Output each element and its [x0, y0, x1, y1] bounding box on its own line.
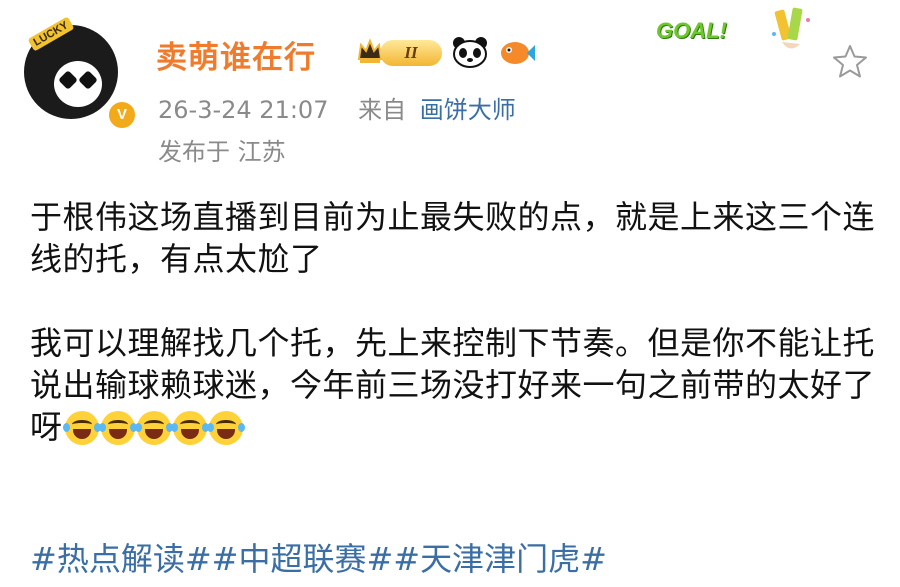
hashtag-link[interactable]: #中超联赛# — [212, 540, 394, 578]
laugh-cry-icon — [62, 411, 101, 445]
post-body: 于根伟这场直播到目前为止最失败的点，就是上来这三个连线的托，有点太尬了 我可以理… — [30, 196, 880, 448]
hashtag-link[interactable]: #热点解读# — [30, 540, 212, 578]
avatar[interactable]: LUCKY V — [18, 15, 138, 131]
author-name[interactable]: 卖萌谁在行 — [156, 32, 316, 77]
hashtag-link[interactable]: #天津津门虎# — [393, 540, 607, 578]
post-location: 发布于 江苏 — [158, 138, 286, 166]
post-paragraph: 我可以理解找几个托，先上来控制下节奏。但是你不能让托说出输球赖球迷，今年前三场没… — [30, 322, 880, 448]
laugh-cry-icon — [170, 411, 209, 445]
star-outline-icon[interactable] — [832, 44, 868, 78]
trophy-decoration-icon — [772, 7, 810, 49]
goal-decoration: GOAL! — [656, 18, 727, 43]
post-paragraph: 于根伟这场直播到目前为止最失败的点，就是上来这三个连线的托，有点太尬了 — [30, 198, 876, 278]
panda-badge-icon[interactable] — [452, 36, 488, 68]
source-app-link[interactable]: 画饼大师 — [420, 96, 516, 124]
post-meta: 26-3-24 21:07 来自 画饼大师 — [158, 90, 516, 125]
vip-level-badge[interactable]: II — [380, 40, 442, 66]
avatar-eye-right — [78, 70, 98, 90]
avatar-eye-left — [58, 70, 78, 90]
laugh-cry-icon — [206, 411, 245, 445]
post-timestamp: 26-3-24 21:07 — [158, 96, 329, 124]
laugh-cry-icon — [134, 411, 173, 445]
hashtag-list: #热点解读##中超联赛##天津津门虎# — [30, 534, 607, 580]
avatar-face — [54, 61, 102, 107]
fish-badge-icon[interactable] — [498, 38, 536, 68]
laugh-cry-icon — [98, 411, 137, 445]
source-prefix: 来自 — [358, 96, 407, 124]
verified-badge-icon: V — [106, 99, 138, 131]
emoji-group — [62, 411, 245, 445]
